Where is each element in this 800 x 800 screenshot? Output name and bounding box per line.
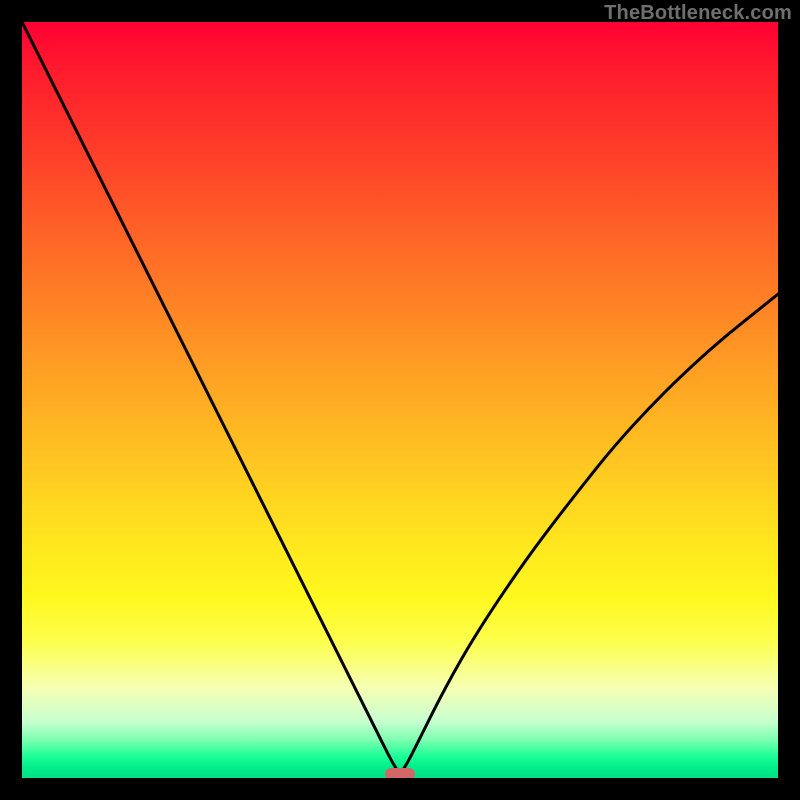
bottleneck-curve [22,22,778,778]
chart-frame: TheBottleneck.com [0,0,800,800]
optimum-marker [385,768,415,778]
curve-path [22,22,778,771]
plot-area [22,22,778,778]
